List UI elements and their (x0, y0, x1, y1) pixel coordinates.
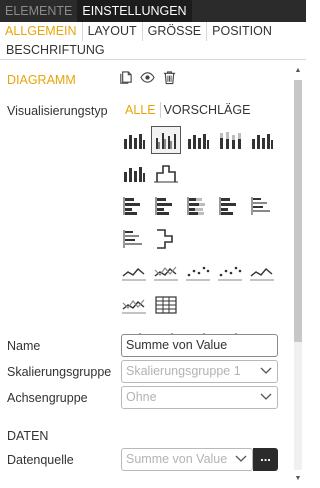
tab-allgemein[interactable]: ALLGEMEIN (0, 22, 83, 41)
line-chart-icon[interactable] (151, 258, 181, 286)
tab-groesse[interactable]: GRÖSSE (143, 22, 208, 41)
bar-chart-icon[interactable] (183, 126, 213, 154)
axis-group-label: Achsengruppe (7, 391, 88, 405)
chevron-down-icon (260, 367, 272, 374)
chart-type-row (119, 222, 279, 255)
chevron-down-icon (235, 455, 247, 462)
waterfall-chart-icon[interactable] (151, 159, 181, 187)
horizontal-bar-chart-icon[interactable] (215, 192, 245, 220)
name-label: Name (7, 339, 41, 353)
axis-group-value: Ohne (126, 390, 157, 404)
data-section-title: DATEN (7, 429, 49, 443)
chart-type-row (119, 123, 279, 156)
tab-layout[interactable]: LAYOUT (83, 22, 143, 41)
bar-chart-icon[interactable] (119, 159, 149, 187)
diagram-actions (118, 70, 177, 85)
scroll-up-arrow-icon[interactable]: ▲ (293, 66, 303, 76)
axis-group-select[interactable]: Ohne (121, 386, 278, 409)
scaling-group-value: Skalierungsgruppe 1 (126, 364, 241, 378)
chart-type-grid (119, 123, 279, 354)
settings-sub-tabs: ALLGEMEIN LAYOUT GRÖSSE POSITION BESCHRI… (0, 22, 306, 60)
vis-type-label: Visualisierungstyp (7, 104, 108, 118)
grouped-bar-chart-icon[interactable] (151, 125, 181, 154)
horizontal-waterfall-chart-icon[interactable] (151, 225, 181, 253)
diagram-section-title: DIAGRAMM (7, 73, 76, 87)
tab-elemente[interactable]: ELEMENTE (0, 0, 77, 22)
scaling-group-label: Skalierungsgruppe (7, 365, 112, 379)
horizontal-bar-chart-icon[interactable] (119, 192, 149, 220)
chart-type-row (119, 255, 279, 288)
chart-type-row (119, 189, 279, 222)
line-chart-icon[interactable] (119, 291, 149, 319)
tab-position[interactable]: POSITION (207, 22, 277, 41)
horizontal-bar-chart-icon[interactable] (151, 192, 181, 220)
scroll-track[interactable] (294, 80, 302, 470)
settings-panel: DIAGRAMM Visualisierungstyp ALLE VORSCHL… (0, 63, 292, 488)
stacked-bar-chart-icon[interactable] (215, 126, 245, 154)
name-field[interactable]: Summe von Value (121, 334, 278, 357)
scaling-group-select[interactable]: Skalierungsgruppe 1 (121, 360, 278, 383)
scroll-thumb[interactable] (294, 80, 302, 342)
scatter-chart-icon[interactable] (183, 258, 213, 286)
scatter-chart-icon[interactable] (215, 258, 245, 286)
bar-chart-icon[interactable] (247, 126, 277, 154)
scroll-down-arrow-icon[interactable]: ▼ (293, 474, 303, 484)
data-source-label: Datenquelle (7, 453, 74, 467)
vis-type-tabs: ALLE VORSCHLÄGE (122, 102, 254, 118)
trash-icon[interactable] (162, 70, 177, 85)
chart-type-row (119, 156, 279, 189)
data-source-select[interactable]: Summe von Value (121, 448, 253, 471)
tab-vorschlaege[interactable]: VORSCHLÄGE (161, 102, 255, 118)
chart-type-row (119, 288, 279, 321)
data-source-more-button[interactable]: ... (253, 448, 278, 471)
data-source-value: Summe von Value (126, 452, 228, 466)
tab-einstellungen[interactable]: EINSTELLUNGEN (77, 0, 192, 22)
eye-icon[interactable] (140, 70, 155, 85)
horizontal-bar-chart-icon[interactable] (119, 225, 149, 253)
table-icon[interactable] (151, 291, 181, 319)
bar-chart-icon[interactable] (119, 126, 149, 154)
tab-alle[interactable]: ALLE (122, 102, 161, 118)
horizontal-bar-chart-icon[interactable] (183, 192, 213, 220)
line-chart-icon[interactable] (119, 258, 149, 286)
top-tab-bar: ELEMENTE EINSTELLUNGEN (0, 0, 306, 22)
tab-beschriftung[interactable]: BESCHRIFTUNG (6, 43, 105, 57)
scrollbar[interactable]: ▲ ▼ (293, 66, 303, 484)
copy-icon[interactable] (118, 70, 133, 85)
horizontal-bar-chart-icon[interactable] (247, 192, 277, 220)
chevron-down-icon (260, 393, 272, 400)
line-chart-icon[interactable] (247, 258, 277, 286)
